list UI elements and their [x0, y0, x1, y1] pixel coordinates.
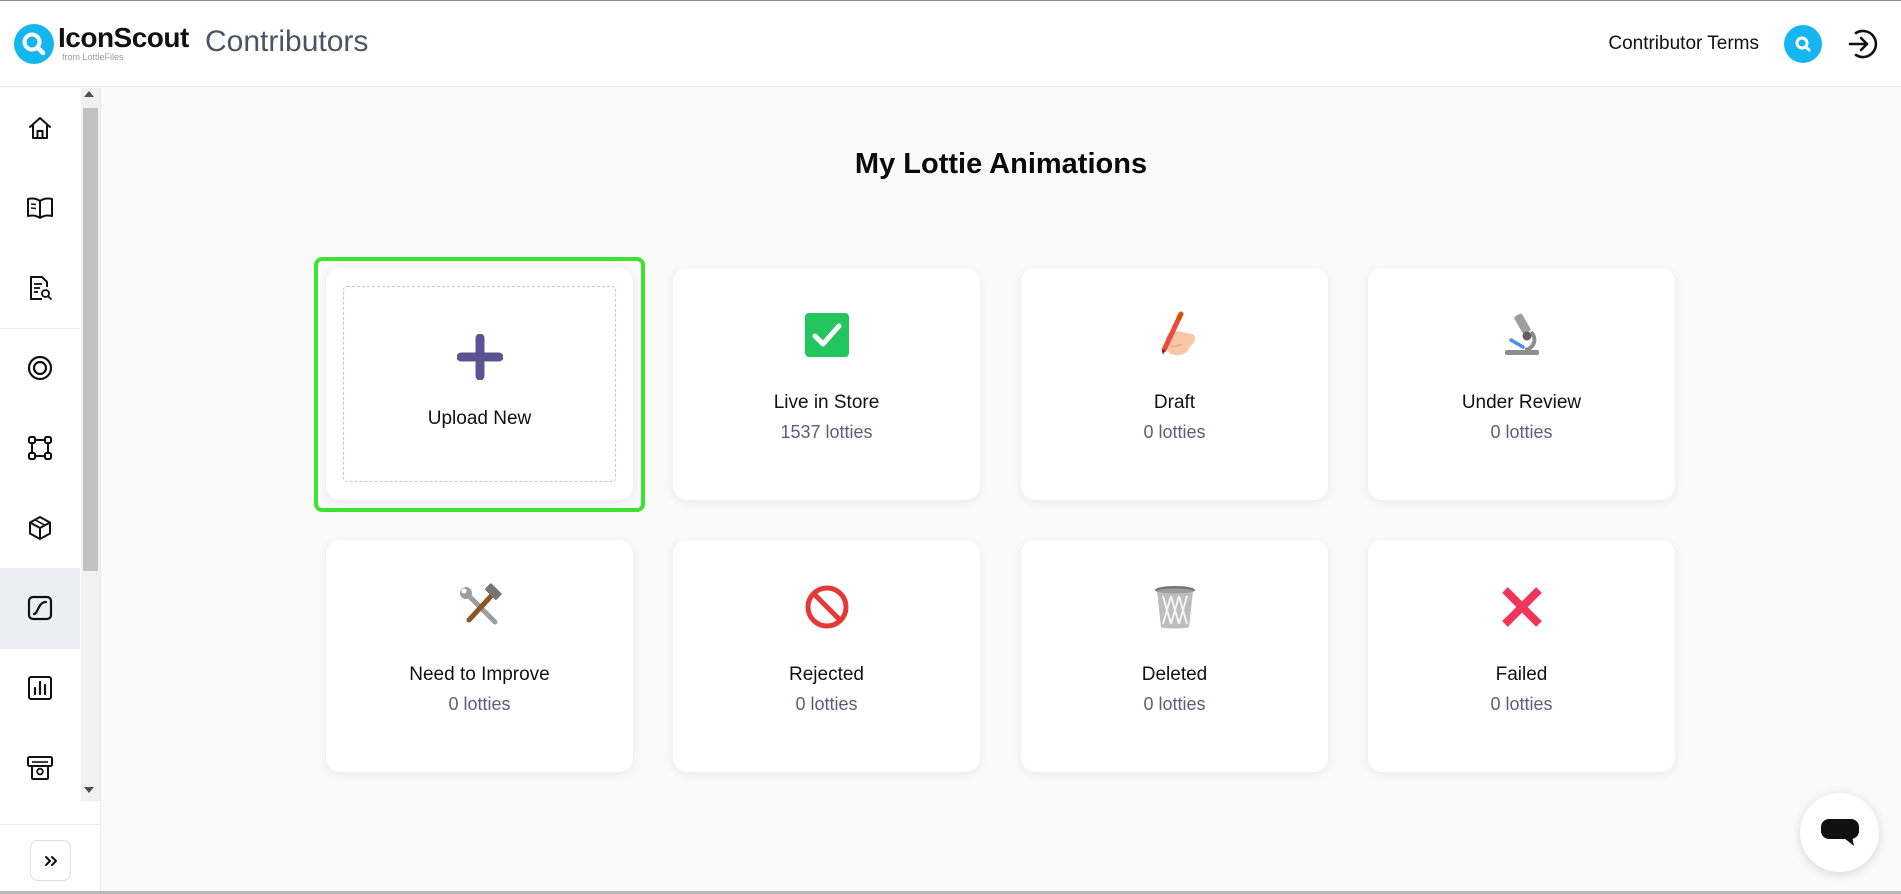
card-label: Failed: [1495, 664, 1548, 685]
sidebar-item-icons[interactable]: [0, 328, 80, 408]
sidebar-divider: [0, 824, 100, 825]
app-title: Contributors: [205, 25, 369, 58]
trash-bin-icon: [1021, 580, 1328, 634]
card-label: Under Review: [1461, 392, 1582, 413]
chat-icon: [1820, 818, 1859, 846]
book-icon: [27, 197, 53, 219]
hammer-wrench-icon: [326, 580, 633, 634]
sidebar: [0, 88, 101, 894]
writing-hand-icon: [1021, 308, 1328, 362]
payout-icon: [27, 756, 53, 780]
upload-new-card[interactable]: Upload New: [326, 268, 633, 500]
document-search-icon: [30, 276, 52, 300]
sidebar-item-illustrations[interactable]: [0, 408, 80, 488]
status-card-deleted[interactable]: Deleted 0 lotties: [1021, 540, 1328, 772]
card-label: Deleted: [1141, 664, 1208, 685]
status-card-under-review[interactable]: Under Review 0 lotties: [1368, 268, 1675, 500]
status-card-need-to-improve[interactable]: Need to Improve 0 lotties: [326, 540, 633, 772]
card-label: Draft: [1153, 392, 1196, 413]
home-icon: [29, 117, 51, 139]
sidebar-item-3d[interactable]: [0, 488, 80, 568]
status-card-rejected[interactable]: Rejected 0 lotties: [673, 540, 980, 772]
logout-button[interactable]: [1845, 26, 1881, 62]
brand-subtitle: from LottieFiles: [62, 52, 124, 62]
vector-frame-icon: [28, 436, 52, 460]
status-card-draft[interactable]: Draft 0 lotties: [1021, 268, 1328, 500]
sidebar-item-stats[interactable]: [0, 648, 80, 728]
status-card-live[interactable]: Live in Store 1537 lotties: [673, 268, 980, 500]
contributor-terms-link[interactable]: Contributor Terms: [1608, 33, 1759, 55]
iconscout-logo[interactable]: IconScout from LottieFiles: [14, 24, 189, 64]
red-cross-icon: [1368, 580, 1675, 634]
sidebar-item-payouts[interactable]: [0, 728, 80, 808]
sidebar-item-home[interactable]: [0, 88, 80, 168]
card-label: Need to Improve: [409, 664, 550, 685]
scroll-up-arrow-icon[interactable]: [84, 91, 94, 97]
card-label: Live in Store: [773, 392, 880, 413]
expand-sidebar-button[interactable]: [30, 840, 71, 881]
bar-chart-icon: [28, 676, 52, 700]
prohibited-icon: [673, 580, 980, 634]
upload-dropzone[interactable]: [343, 286, 616, 482]
user-avatar[interactable]: [1784, 25, 1822, 63]
card-count: 0 lotties: [795, 694, 858, 714]
lottie-animation-icon: [27, 595, 53, 621]
card-label: Rejected: [789, 664, 864, 685]
double-chevron-right-icon: [44, 855, 57, 866]
scroll-down-arrow-icon[interactable]: [84, 787, 94, 793]
top-header: IconScout from LottieFiles Contributors …: [0, 0, 1901, 87]
logout-icon: [1848, 29, 1878, 59]
card-count: 0 lotties: [1143, 694, 1206, 714]
plus-icon: [326, 330, 633, 384]
upload-new-label: Upload New: [427, 408, 532, 429]
sidebar-item-lottie[interactable]: [0, 568, 80, 648]
card-count: 0 lotties: [1490, 694, 1553, 714]
card-count: 0 lotties: [448, 694, 511, 714]
logo-search-icon: [14, 24, 54, 64]
brand-name: IconScout: [58, 22, 189, 53]
chat-widget-button[interactable]: [1800, 793, 1879, 872]
green-check-icon: [673, 308, 980, 362]
microscope-icon: [1368, 308, 1675, 362]
card-count: 1537 lotties: [780, 422, 873, 442]
target-icon: [27, 355, 53, 381]
sidebar-scrollbar-thumb[interactable]: [83, 108, 98, 571]
cube-icon: [29, 516, 51, 540]
card-count: 0 lotties: [1143, 422, 1206, 442]
card-count: 0 lotties: [1490, 422, 1553, 442]
page-title: My Lottie Animations: [854, 148, 1148, 180]
status-card-failed[interactable]: Failed 0 lotties: [1368, 540, 1675, 772]
sidebar-item-guides[interactable]: [0, 168, 80, 248]
sidebar-item-reviews[interactable]: [0, 248, 80, 328]
avatar-search-icon: [1795, 36, 1811, 52]
